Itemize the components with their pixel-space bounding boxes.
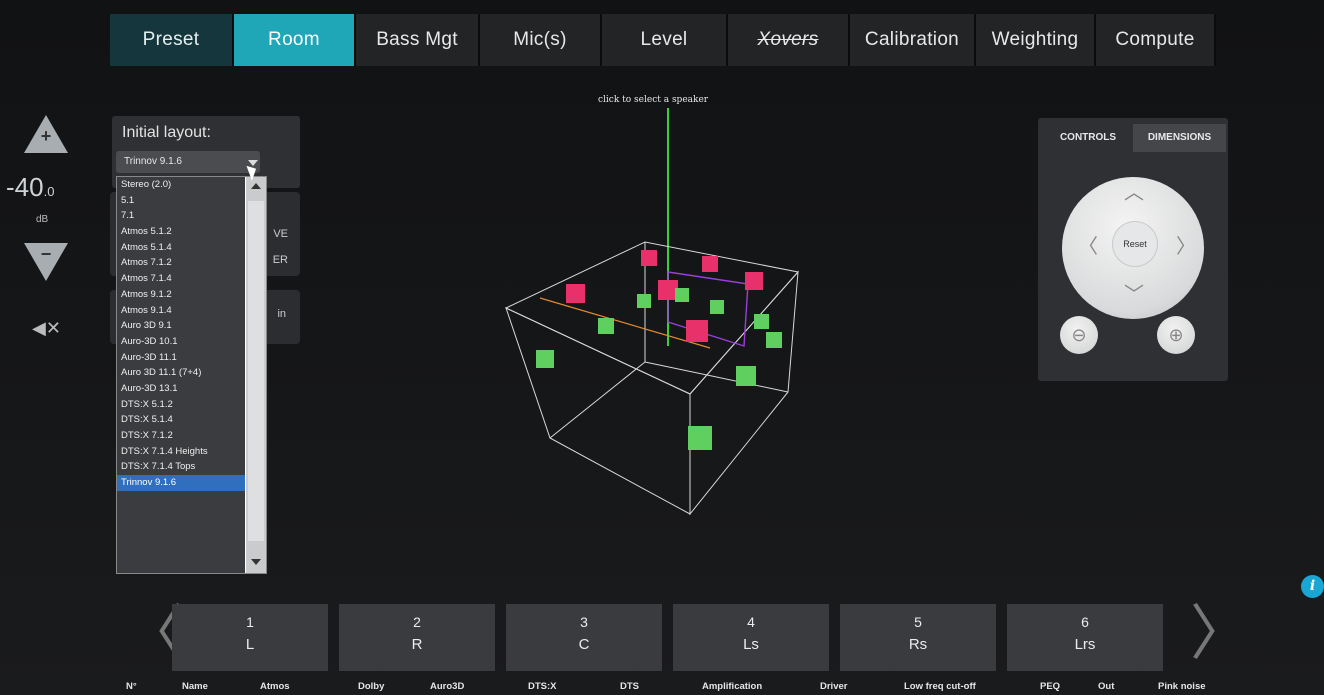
dropdown-option[interactable]: DTS:X 7.1.2 (117, 428, 245, 444)
column-header: Atmos (260, 681, 290, 692)
speaker-card[interactable]: 3C (506, 604, 662, 671)
dropdown-option[interactable]: Auro-3D 10.1 (117, 334, 245, 350)
column-header: Driver (820, 681, 848, 692)
tab-level[interactable]: Level (602, 14, 728, 66)
speaker-marker[interactable] (637, 294, 651, 308)
column-header: Name (182, 681, 208, 692)
chevron-right-icon[interactable]: 〉 (1176, 230, 1196, 259)
button-text-line2: ER (272, 254, 288, 266)
speaker-card[interactable]: 4 Ls (673, 604, 829, 671)
tab-room[interactable]: Room (234, 14, 356, 66)
chevron-up-icon[interactable]: ︿ (1124, 176, 1144, 205)
speaker-card[interactable]: 1L (172, 604, 328, 671)
dropdown-option[interactable]: DTS:X 7.1.4 Heights (117, 444, 245, 460)
speaker-marker[interactable] (702, 256, 718, 272)
plus-icon: + (40, 126, 52, 146)
dropdown-option[interactable]: Atmos 7.1.4 (117, 271, 245, 287)
column-header: PEQ (1040, 681, 1061, 692)
room-3d-view[interactable] (480, 100, 820, 520)
mute-icon[interactable]: ◀✕ (32, 318, 61, 339)
dropdown-option[interactable]: Auro 3D 11.1 (7+4) (117, 365, 245, 381)
chevron-left-icon[interactable]: 〈 (1078, 230, 1098, 259)
x-axis-line (539, 297, 711, 349)
column-header: Low freq cut-off (904, 681, 976, 692)
tab-controls[interactable]: CONTROLS (1042, 124, 1134, 152)
info-icon[interactable]: i (1301, 575, 1324, 598)
speaker-marker[interactable] (754, 314, 769, 329)
speaker-marker[interactable] (598, 318, 614, 334)
button-text: in (277, 308, 286, 320)
next-speakers-button[interactable]: 〉 (1190, 604, 1250, 664)
dropdown-option[interactable]: DTS:X 5.1.2 (117, 397, 245, 413)
initial-layout-label: Initial layout: (122, 124, 211, 141)
speaker-marker[interactable] (745, 272, 763, 290)
tab-calibration[interactable]: Calibration (850, 14, 976, 66)
column-header: Out (1098, 681, 1115, 692)
speaker-marker[interactable] (688, 426, 712, 450)
column-header: Auro3D (430, 681, 465, 692)
dropdown-option[interactable]: Atmos 5.1.4 (117, 240, 245, 256)
speaker-marker[interactable] (675, 288, 689, 302)
volume-value: -40.0 (6, 172, 55, 202)
dropdown-option[interactable]: 5.1 (117, 193, 245, 209)
speaker-marker[interactable] (736, 366, 756, 386)
dropdown-option[interactable]: Atmos 5.1.2 (117, 224, 245, 240)
speaker-marker[interactable] (641, 250, 657, 266)
chevron-down-icon[interactable]: ﹀ (1124, 278, 1144, 307)
scroll-up-icon[interactable] (251, 183, 261, 189)
dropdown-option[interactable]: Atmos 7.1.2 (117, 255, 245, 271)
speaker-marker[interactable] (686, 320, 708, 342)
minus-icon: − (40, 244, 52, 264)
layout-select[interactable]: Trinnov 9.1.6 (116, 151, 260, 173)
dropdown-scrollbar[interactable] (246, 177, 266, 573)
tab-dimensions[interactable]: DIMENSIONS (1133, 124, 1226, 152)
tab-bass-mgt[interactable]: Bass Mgt (356, 14, 480, 66)
volume-unit: dB (36, 214, 49, 225)
column-header: Pink noise (1158, 681, 1206, 692)
layout-dropdown-list: Stereo (2.0) 5.1 7.1 Atmos 5.1.2 Atmos 5.1.4… (116, 176, 267, 574)
zoom-in-icon[interactable]: ⊕ (1157, 316, 1195, 354)
dropdown-option[interactable]: Auro 3D 9.1 (117, 318, 245, 334)
column-header: Amplification (702, 681, 763, 692)
speaker-card[interactable]: 5 Rs (840, 604, 996, 671)
button-text-line1: VE (273, 228, 288, 240)
tab-weighting[interactable]: Weighting (976, 14, 1096, 66)
dropdown-option[interactable]: DTS:X 7.1.4 Tops (117, 459, 245, 475)
main-tabs: Preset Room Bass Mgt Mic(s) Level Xovers… (110, 14, 1216, 66)
zoom-out-icon[interactable]: ⊖ (1060, 316, 1098, 354)
speaker-marker[interactable] (566, 284, 585, 303)
speaker-marker[interactable] (536, 350, 554, 368)
dropdown-option[interactable]: DTS:X 5.1.4 (117, 412, 245, 428)
speaker-card[interactable]: 2R (339, 604, 495, 671)
speaker-marker[interactable] (710, 300, 724, 314)
dropdown-option[interactable]: Trinnov 9.1.6 (117, 475, 245, 491)
speaker-card[interactable]: 6 Lrs (1007, 604, 1163, 671)
reset-button[interactable]: Reset (1113, 222, 1157, 266)
dropdown-options: Stereo (2.0) 5.1 7.1 Atmos 5.1.2 Atmos 5.1.4… (117, 177, 245, 573)
scroll-thumb[interactable] (248, 201, 264, 541)
tab-preset[interactable]: Preset (110, 14, 234, 66)
tab-compute[interactable]: Compute (1096, 14, 1216, 66)
scroll-down-icon[interactable] (251, 559, 261, 565)
dropdown-option[interactable]: 7.1 (117, 208, 245, 224)
tab-mics[interactable]: Mic(s) (480, 14, 602, 66)
column-header: Dolby (358, 681, 385, 692)
column-header: N° (126, 681, 137, 692)
dropdown-option[interactable]: Atmos 9.1.2 (117, 287, 245, 303)
tab-xovers[interactable]: Xovers (728, 14, 850, 66)
speaker-marker[interactable] (766, 332, 782, 348)
speaker-table-header: N° Name Atmos Dolby Auro3D DTS:X DTS Amp… (0, 681, 1324, 695)
dropdown-option[interactable]: Auro-3D 13.1 (117, 381, 245, 397)
dropdown-option[interactable]: Auro-3D 11.1 (117, 350, 245, 366)
dropdown-option[interactable]: Stereo (2.0) (117, 177, 245, 193)
column-header: DTS (620, 681, 639, 692)
dropdown-option[interactable]: Atmos 9.1.4 (117, 303, 245, 319)
column-header: DTS:X (528, 681, 557, 692)
